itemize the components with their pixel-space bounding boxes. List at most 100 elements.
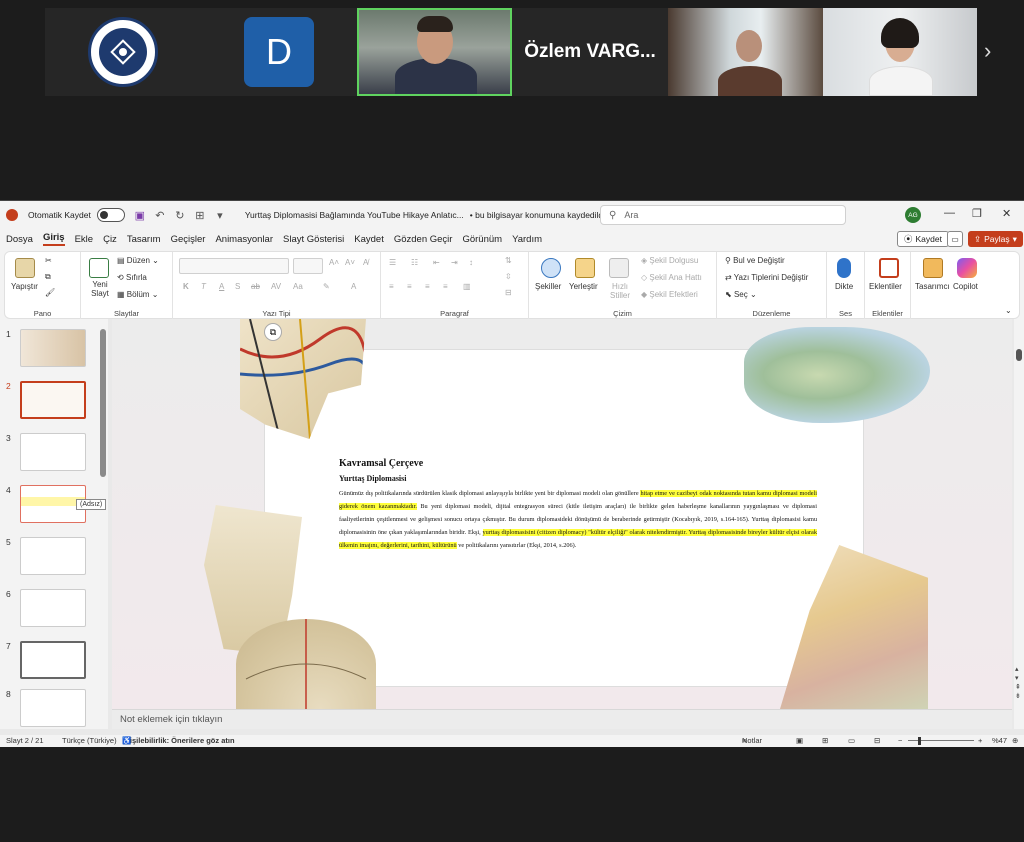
redo-icon[interactable]: ↻ [173,209,187,222]
close-icon[interactable]: ✕ [1002,207,1011,220]
shapes-button[interactable]: Şekiller [535,282,561,291]
clear-format-icon[interactable]: A̸ [363,258,368,267]
addins-icon[interactable] [879,258,899,278]
smartart-icon[interactable]: ⊟ [505,288,512,297]
reset-button[interactable]: ⟲ Sıfırla [117,273,147,282]
align-right-icon[interactable]: ≡ [425,282,430,291]
participant-tile-active-speaker[interactable] [357,8,512,96]
tab-dosya[interactable]: Dosya [6,234,33,245]
slideshow-icon[interactable]: ⊟ [874,735,880,747]
tab-kaydet[interactable]: Kaydet [354,234,384,245]
copilot-button[interactable]: Copilot [953,282,978,291]
language-indicator[interactable]: Türkçe (Türkiye) [62,735,117,747]
normal-view-icon[interactable]: ▣ [796,735,803,747]
chevron-down-icon[interactable]: ⌄ [1005,306,1012,315]
tab-ciz[interactable]: Çiz [103,234,117,245]
record-button[interactable]: ⦿ Kaydet [897,231,949,247]
tab-giris[interactable]: Giriş [42,232,65,246]
decrease-indent-icon[interactable]: ⇤ [433,258,440,267]
columns-icon[interactable]: ▥ [463,282,471,291]
arrange-button[interactable]: Yerleştir [569,282,598,291]
section-button[interactable]: ▦ Bölüm ⌄ [117,290,158,299]
slide-text-box[interactable]: Kavramsal Çerçeve Yurttaş Diplomasisi Gü… [339,458,818,552]
new-slide-button[interactable]: Yeni Slayt [85,280,115,298]
zoom-in-icon[interactable]: + [978,735,982,747]
participant-tile-video-1[interactable] [668,8,823,96]
case-icon[interactable]: Aa [293,282,303,291]
font-color-icon[interactable]: A [351,282,356,291]
font-name-dropdown[interactable] [179,258,289,274]
share-button[interactable]: ⇪ Paylaş ▾ [968,231,1023,247]
find-replace-button[interactable]: ⚲ Bul ve Değiştir [725,256,785,265]
align-center-icon[interactable]: ≡ [407,282,412,291]
zoom-out-icon[interactable]: − [898,735,902,747]
quick-styles-icon[interactable] [609,258,629,278]
text-direction-icon[interactable]: ⇅ [505,256,512,265]
restore-icon[interactable]: ❐ [972,207,982,220]
thumbnails-scrollbar[interactable] [100,327,106,727]
chevron-right-icon[interactable]: › [984,38,991,64]
slide-thumbnail-5[interactable] [20,537,86,575]
slide-thumbnail-3[interactable] [20,433,86,471]
autosave-toggle[interactable] [96,208,125,222]
dictate-button[interactable]: Dikte [835,282,853,291]
addins-button[interactable]: Eklentiler [869,282,902,291]
slide-thumbnail-2[interactable] [20,381,86,419]
line-spacing-icon[interactable]: ↕ [469,258,473,267]
tab-gecisler[interactable]: Geçişler [171,234,206,245]
justify-icon[interactable]: ≡ [443,282,448,291]
arrange-icon[interactable] [575,258,595,278]
slide-sorter-icon[interactable]: ⊞ [822,735,828,747]
presenter-icon[interactable]: ⊞ [193,209,207,222]
align-left-icon[interactable]: ≡ [389,282,394,291]
tab-yardim[interactable]: Yardım [512,234,542,245]
tab-tasarim[interactable]: Tasarım [127,234,161,245]
document-title[interactable]: Yurttaş Diplomasisi Bağlamında YouTube H… [245,210,464,220]
shapes-icon[interactable] [541,258,561,278]
bold-icon[interactable]: K [183,282,189,291]
shadow-icon[interactable]: S [235,282,240,291]
comments-button[interactable]: ▭ [947,231,963,247]
increase-indent-icon[interactable]: ⇥ [451,258,458,267]
format-painter-icon[interactable]: 🖌 [45,288,55,297]
highlight-icon[interactable]: ✎ [323,282,330,291]
fit-to-window-icon[interactable]: ⊕ [1012,735,1018,747]
search-input[interactable]: ⚲ Ara [600,205,846,225]
participant-tile-name[interactable]: Özlem VARG... [512,8,668,96]
copy-slide-icon[interactable]: ⧉ [264,323,282,341]
italic-icon[interactable]: T [201,282,206,291]
slide-thumbnail-6[interactable] [20,589,86,627]
zoom-slider-thumb[interactable] [918,737,921,745]
shape-outline-button[interactable]: ◇ Şekil Ana Hattı [641,273,702,282]
copilot-icon[interactable] [957,258,977,278]
tab-animasyonlar[interactable]: Animasyonlar [215,234,273,245]
canvas-scrollbar[interactable]: ▴ ▾ ⇞ ⇟ [1014,319,1024,729]
slide-thumbnail-7[interactable] [20,641,86,679]
font-shrink-icon[interactable]: A˅ [345,258,355,267]
reading-view-icon[interactable]: ▭ [848,735,855,747]
designer-icon[interactable] [923,258,943,278]
tab-ekle[interactable]: Ekle [75,234,93,245]
undo-icon[interactable]: ↶ [153,209,167,222]
copy-icon[interactable]: ⧉ [45,272,51,282]
microphone-icon[interactable] [837,258,851,278]
numbering-icon[interactable]: ☷ [411,258,418,267]
shape-fill-button[interactable]: ◈ Şekil Dolgusu [641,256,698,265]
tab-gozden-gecir[interactable]: Gözden Geçir [394,234,453,245]
slide-thumbnail-1[interactable] [20,329,86,367]
replace-fonts-button[interactable]: ⇄ Yazı Tiplerini Değiştir [725,273,808,282]
select-button[interactable]: ⬉ Seç ⌄ [725,290,757,299]
font-grow-icon[interactable]: A˄ [329,258,339,267]
bullets-icon[interactable]: ☰ [389,258,396,267]
paste-icon[interactable] [15,258,35,278]
user-avatar[interactable]: AG [905,207,921,223]
strikethrough-icon[interactable]: ab [251,282,260,291]
tab-slayt-gosterisi[interactable]: Slayt Gösterisi [283,234,344,245]
scroll-arrows-icon[interactable]: ▴ ▾ ⇞ ⇟ [1015,665,1021,701]
customize-toolbar-icon[interactable]: ▾ [213,209,227,222]
designer-button[interactable]: Tasarımcı [915,282,950,291]
save-icon[interactable]: ▣ [133,209,147,222]
notes-pane[interactable]: Not eklemek için tıklayın [112,709,1012,729]
zoom-level[interactable]: %47 [992,735,1007,747]
quick-styles-button[interactable]: Hızlı Stiller [605,282,635,300]
